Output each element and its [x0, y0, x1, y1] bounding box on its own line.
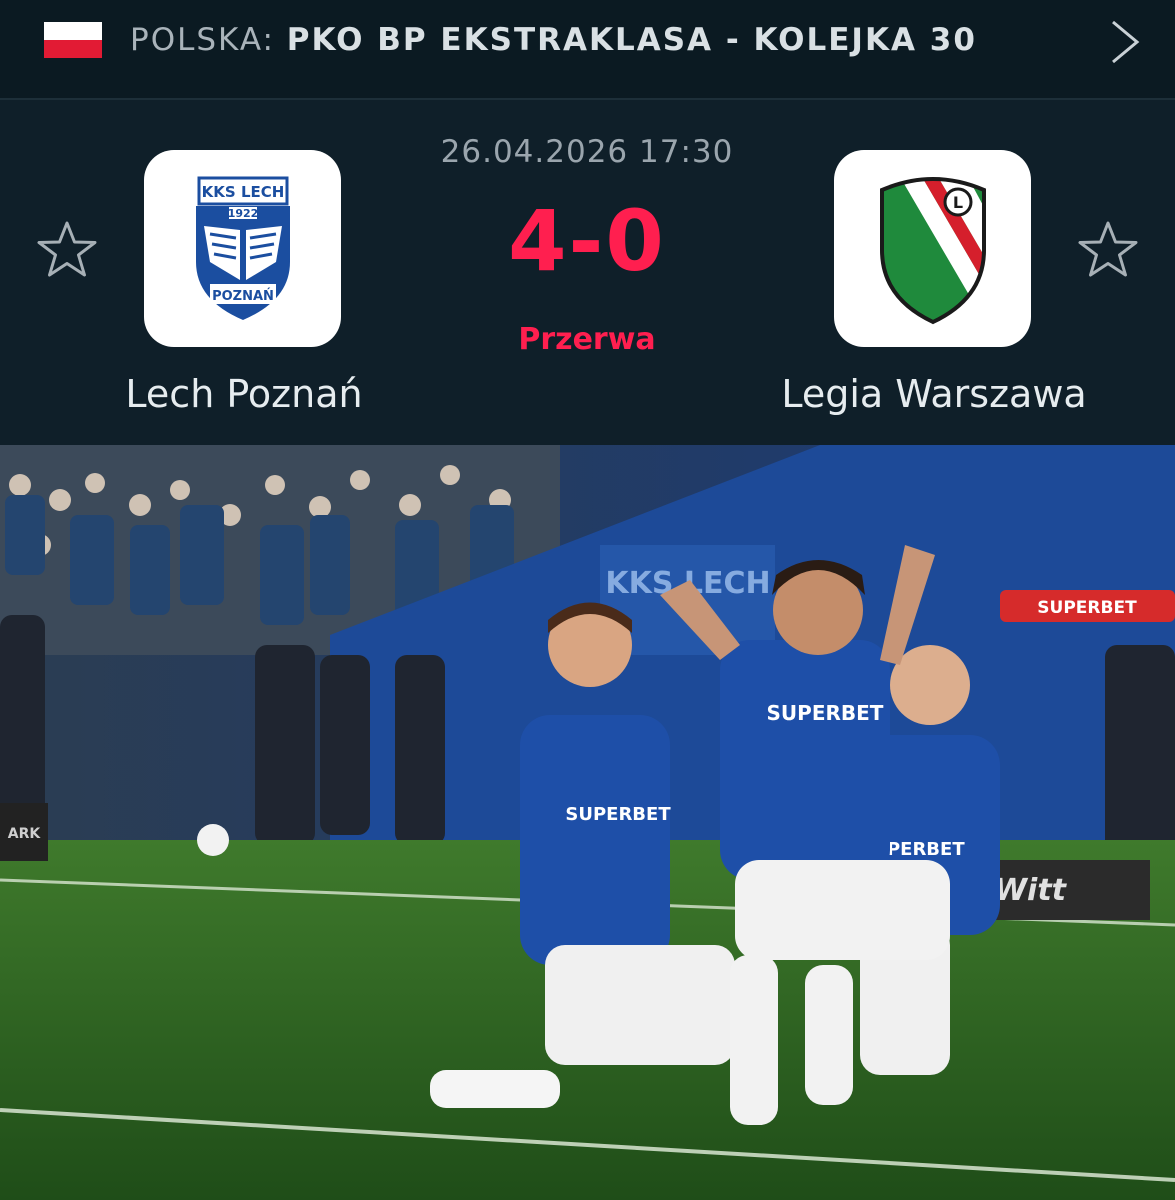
pitch-ad-text: Witt — [994, 873, 1068, 908]
match-status: Przerwa — [518, 322, 656, 357]
legia-crest-icon: L — [880, 177, 986, 325]
left-ad-text: ARK — [8, 826, 42, 842]
match-summary: KKS LECH 1922 POZNAŃ 26.04.2026 17:30 4-… — [0, 100, 1175, 445]
league-label: PKO BP EKSTRAKLASA - KOLEJKA 30 — [286, 22, 977, 58]
crest-letter-text: L — [953, 193, 963, 212]
board-brand-text: SUPERBET — [1037, 598, 1137, 618]
country-label: POLSKA: — [130, 22, 275, 58]
away-team-logo[interactable]: L — [834, 150, 1031, 347]
competition-title: POLSKA: PKO BP EKSTRAKLASA - KOLEJKA 30 — [130, 18, 977, 62]
match-photo: KKS LECH SUPERBET ARK Witt SUPERBET SUPE… — [0, 445, 1175, 1200]
crest-year-text: 1922 — [228, 207, 259, 220]
home-team-name[interactable]: Lech Poznań — [44, 372, 444, 416]
celebration-photo-illustration: KKS LECH SUPERBET ARK Witt SUPERBET SUPE… — [0, 445, 1175, 1200]
lech-crest-icon: KKS LECH 1922 POZNAŃ — [196, 176, 290, 320]
jersey-sponsor-left-text: SUPERBET — [565, 804, 671, 825]
favorite-away-star-icon[interactable] — [1076, 218, 1140, 282]
chevron-right-icon[interactable] — [1109, 18, 1141, 66]
competition-header[interactable]: POLSKA: PKO BP EKSTRAKLASA - KOLEJKA 30 — [0, 0, 1175, 100]
poland-flag-icon — [44, 22, 102, 58]
crest-top-text: KKS LECH — [202, 183, 285, 201]
crest-bottom-text: POZNAŃ — [212, 288, 274, 304]
home-team-logo[interactable]: KKS LECH 1922 POZNAŃ — [144, 150, 341, 347]
favorite-home-star-icon[interactable] — [35, 218, 99, 282]
jersey-sponsor-center-text: SUPERBET — [767, 701, 884, 725]
match-datetime: 26.04.2026 17:30 — [440, 134, 734, 170]
away-team-name[interactable]: Legia Warszawa — [734, 372, 1134, 416]
match-score: 4-0 — [508, 192, 666, 290]
